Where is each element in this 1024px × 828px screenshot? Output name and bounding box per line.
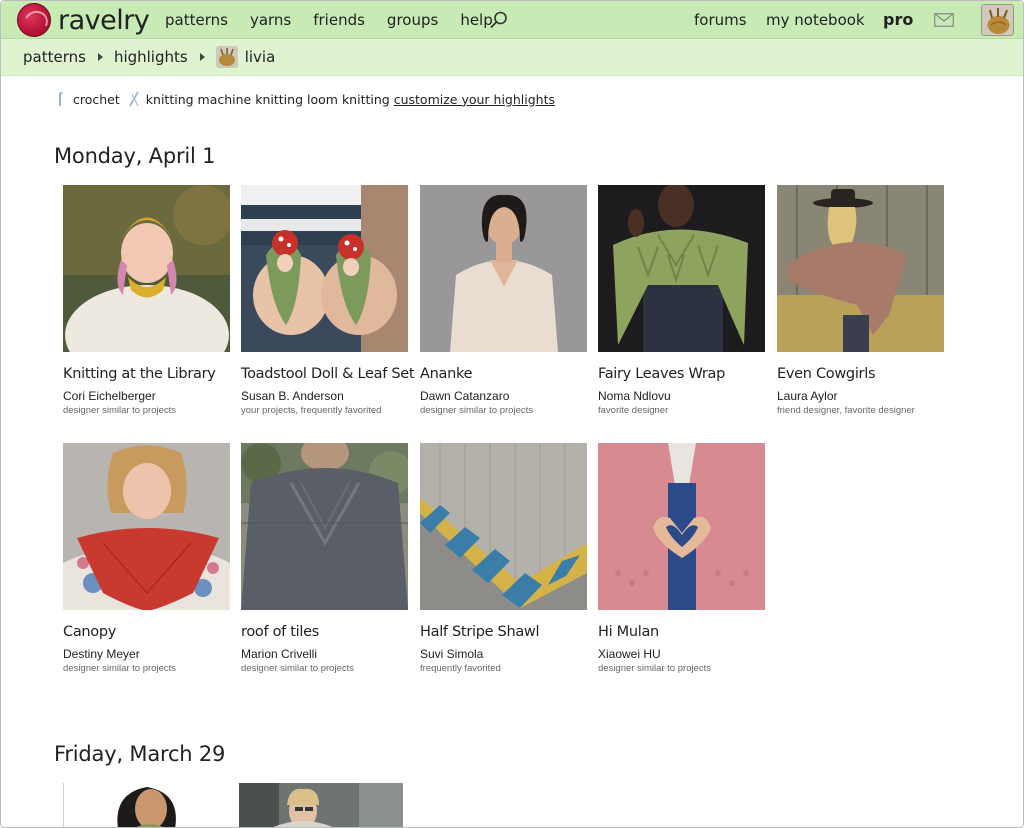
pattern-designer[interactable]: Dawn Catanzaro xyxy=(420,389,588,403)
pattern-card[interactable]: Ananke Dawn Catanzaro designer similar t… xyxy=(420,185,588,417)
page-frame: ravelry patterns yarns friends groups he… xyxy=(0,0,1024,828)
highlight-reason: your projects, frequently favorited xyxy=(241,405,382,416)
pattern-designer[interactable]: Suvi Simola xyxy=(420,647,588,661)
pattern-photo[interactable] xyxy=(239,783,403,827)
pattern-card[interactable]: roof of tiles Marion Crivelli designer s… xyxy=(241,443,409,675)
filter-knitting-machine[interactable]: knitting machine xyxy=(146,92,251,107)
pattern-designer[interactable]: Noma Ndlovu xyxy=(598,389,766,403)
pattern-photo[interactable] xyxy=(241,443,408,610)
pattern-card[interactable]: Toadstool Doll & Leaf Set Susan B. Ander… xyxy=(241,185,415,417)
breadcrumb-user[interactable]: livia xyxy=(245,48,276,66)
filter-knitting[interactable]: knitting xyxy=(342,92,390,107)
pattern-title[interactable]: Knitting at the Library xyxy=(63,366,231,382)
pattern-photo[interactable] xyxy=(63,783,230,827)
pattern-card[interactable]: Fairy Leaves Wrap Noma Ndlovu favorite d… xyxy=(598,185,766,417)
highlight-reason: designer similar to projects xyxy=(63,663,176,674)
top-nav: ravelry patterns yarns friends groups he… xyxy=(1,1,1023,39)
avatar-image xyxy=(982,5,1013,35)
pattern-title[interactable]: Half Stripe Shawl xyxy=(420,624,588,640)
section-date: Friday, March 29 xyxy=(54,742,226,766)
nav-friends[interactable]: friends xyxy=(313,11,365,29)
search-icon[interactable] xyxy=(489,10,509,30)
pattern-title[interactable]: roof of tiles xyxy=(241,624,409,640)
main-nav: patterns yarns friends groups help xyxy=(165,1,515,39)
pattern-title[interactable]: Toadstool Doll & Leaf Set xyxy=(241,366,415,382)
highlight-reason: designer similar to projects xyxy=(420,405,533,416)
nav-forums[interactable]: forums xyxy=(694,11,747,29)
pattern-designer[interactable]: Cori Eichelberger xyxy=(63,389,231,403)
breadcrumb: patterns highlights livia xyxy=(1,39,1023,76)
pattern-card[interactable] xyxy=(239,783,407,827)
nav-groups[interactable]: groups xyxy=(387,11,438,29)
highlight-reason: designer similar to projects xyxy=(63,405,176,416)
nav-patterns[interactable]: patterns xyxy=(165,11,228,29)
pattern-card[interactable]: Knitting at the Library Cori Eichelberge… xyxy=(63,185,231,417)
ravelry-logo[interactable]: ravelry xyxy=(17,3,150,37)
pattern-photo[interactable] xyxy=(420,443,587,610)
pattern-photo[interactable] xyxy=(63,185,230,352)
nav-my-notebook[interactable]: my notebook xyxy=(766,11,865,29)
customize-highlights-link[interactable]: customize your highlights xyxy=(394,92,555,107)
pattern-designer[interactable]: Xiaowei HU xyxy=(598,647,766,661)
highlight-reason: frequently favorited xyxy=(420,663,501,674)
pattern-card[interactable] xyxy=(63,783,231,827)
highlight-reason: designer similar to projects xyxy=(241,663,354,674)
pattern-photo[interactable] xyxy=(63,443,230,610)
highlight-reason: designer similar to projects xyxy=(598,663,711,674)
pattern-photo[interactable] xyxy=(598,185,765,352)
filter-knitting-loom[interactable]: knitting loom xyxy=(255,92,338,107)
crochet-hook-icon xyxy=(59,91,63,106)
pattern-card[interactable]: Half Stripe Shawl Suvi Simola frequently… xyxy=(420,443,588,675)
breadcrumb-highlights[interactable]: highlights xyxy=(114,48,188,66)
pattern-photo[interactable] xyxy=(777,185,944,352)
pattern-designer[interactable]: Laura Aylor xyxy=(777,389,945,403)
pattern-photo[interactable] xyxy=(598,443,765,610)
pattern-title[interactable]: Hi Mulan xyxy=(598,624,766,640)
yarn-ball-icon xyxy=(17,3,51,37)
pattern-designer[interactable]: Marion Crivelli xyxy=(241,647,409,661)
mail-icon[interactable] xyxy=(934,13,954,27)
breadcrumb-separator-icon xyxy=(199,53,205,61)
nav-yarns[interactable]: yarns xyxy=(250,11,291,29)
pattern-title[interactable]: Ananke xyxy=(420,366,588,382)
breadcrumb-avatar[interactable] xyxy=(215,46,238,68)
highlight-reason: favorite designer xyxy=(598,405,669,416)
pattern-card[interactable]: Hi Mulan Xiaowei HU designer similar to … xyxy=(598,443,766,675)
pattern-designer[interactable]: Susan B. Anderson xyxy=(241,389,409,403)
nav-help[interactable]: help xyxy=(460,11,492,29)
pattern-card[interactable]: Canopy Destiny Meyer designer similar to… xyxy=(63,443,231,675)
knitting-needles-icon xyxy=(128,91,139,107)
pattern-photo[interactable] xyxy=(241,185,408,352)
breadcrumb-separator-icon xyxy=(97,53,103,61)
filter-crochet[interactable]: crochet xyxy=(73,92,120,107)
breadcrumb-patterns[interactable]: patterns xyxy=(23,48,86,66)
logo-text: ravelry xyxy=(58,4,150,36)
highlight-reason: friend designer, favorite designer xyxy=(777,405,915,416)
pattern-photo[interactable] xyxy=(420,185,587,352)
section-date: Monday, April 1 xyxy=(54,144,216,168)
pattern-title[interactable]: Fairy Leaves Wrap xyxy=(598,366,766,382)
highlight-filters: crochet knitting machine knitting loom k… xyxy=(56,89,559,109)
pattern-title[interactable]: Even Cowgirls xyxy=(777,366,945,382)
nav-pro[interactable]: pro xyxy=(883,10,913,29)
user-avatar[interactable] xyxy=(981,4,1014,36)
pattern-designer[interactable]: Destiny Meyer xyxy=(63,647,231,661)
pattern-title[interactable]: Canopy xyxy=(63,624,231,640)
pattern-card[interactable]: Even Cowgirls Laura Aylor friend designe… xyxy=(777,185,945,417)
